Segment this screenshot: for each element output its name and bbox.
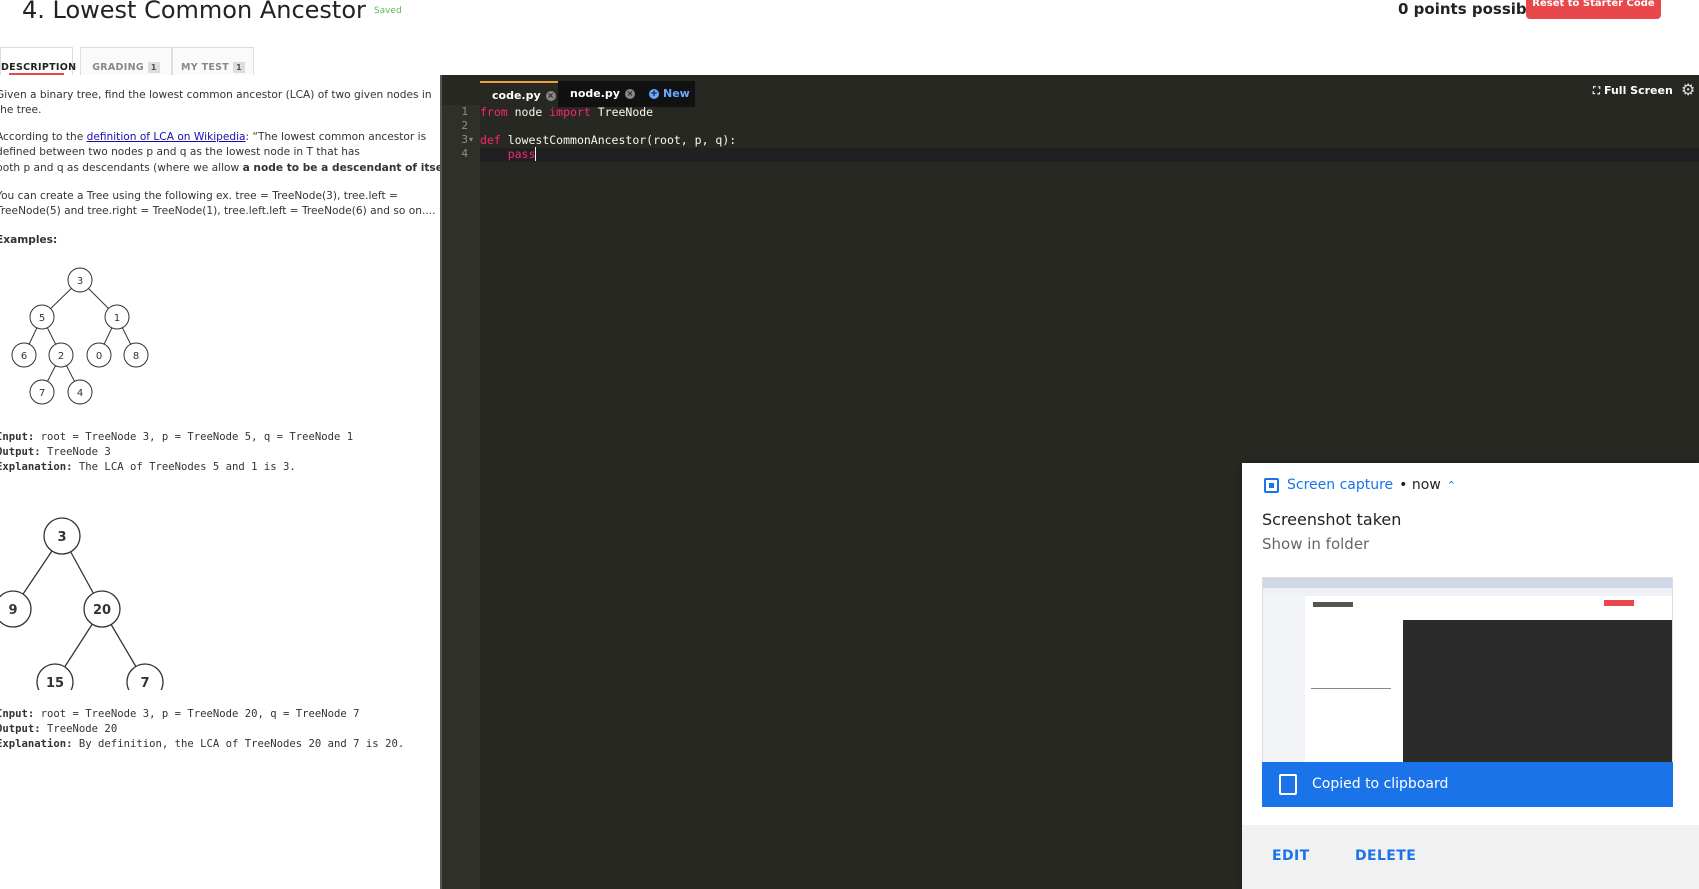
description-pane: Given a binary tree, find the lowest com… <box>0 75 440 889</box>
example-1-input: Input: root = TreeNode 3, p = TreeNode 5… <box>0 431 354 443</box>
wikipedia-link[interactable]: definition of LCA on Wikipedia <box>87 131 246 143</box>
new-file-button[interactable]: + New <box>637 81 695 107</box>
desc-p2-prefix: According to the <box>0 131 87 143</box>
header: 4. Lowest Common Ancestor Saved 0 points … <box>0 0 1699 44</box>
tree2-label-3: 3 <box>57 530 66 545</box>
tree1-label-2: 2 <box>58 351 64 362</box>
desc-p2c-bold: a node to be a descendant of itself <box>242 162 440 174</box>
reset-to-starter-code-button[interactable]: Reset to Starter Code <box>1526 0 1661 19</box>
tree1-label-1: 1 <box>114 313 120 324</box>
line-number: 2 <box>461 119 468 132</box>
tree1-label-6: 6 <box>21 351 27 362</box>
page-title: 4. Lowest Common Ancestor Saved <box>22 0 402 24</box>
close-tab-icon[interactable]: × <box>545 91 556 101</box>
line-number-gutter: 1 2 3 ▾ 4 <box>442 105 480 889</box>
examples-heading: Examples: <box>0 234 58 246</box>
tab-my-test[interactable]: MY TEST 1 <box>172 47 254 75</box>
example-1-explanation: Explanation: The LCA of TreeNodes 5 and … <box>0 461 296 473</box>
notification-app-name: Screen capture <box>1287 477 1394 493</box>
desc-paragraph-3a: You can create a Tree using the followin… <box>0 190 398 202</box>
screenshot-thumbnail[interactable] <box>1262 577 1673 777</box>
tab-description-label: DESCRIPTION <box>1 62 77 73</box>
desc-paragraph-1a: Given a binary tree, find the lowest com… <box>0 89 432 101</box>
editor-tab-code-py-label: code.py <box>492 89 541 102</box>
editor-tab-node-py-label: node.py <box>570 87 620 100</box>
clipboard-check-icon <box>1279 774 1297 795</box>
tree1-label-0: 0 <box>96 351 102 362</box>
line-number: 4 <box>461 147 468 160</box>
line-number: 1 <box>461 105 468 118</box>
desc-p2c-a: both p and q as descendants (where we al… <box>0 162 243 174</box>
text-cursor <box>535 147 537 161</box>
line-number: 3 <box>461 133 468 146</box>
code-line-3: def lowestCommonAncestor(root, p, q): <box>480 133 737 147</box>
full-screen-label: Full Screen <box>1604 84 1673 97</box>
page-title-text: 4. Lowest Common Ancestor <box>22 0 366 24</box>
desc-paragraph-3b: TreeNode(5) and tree.right = TreeNode(1)… <box>0 205 436 217</box>
example-2-explanation: Explanation: By definition, the LCA of T… <box>0 738 405 750</box>
tree2-label-15: 15 <box>46 676 64 690</box>
tab-grading-badge: 1 <box>147 62 160 73</box>
full-screen-button[interactable]: ⛶ Full Screen <box>1593 84 1673 97</box>
editor-tab-node-py[interactable]: node.py × <box>558 81 637 107</box>
tab-grading[interactable]: GRADING 1 <box>80 47 172 75</box>
tab-description[interactable]: DESCRIPTION <box>0 47 77 75</box>
code-line-1: from node import TreeNode <box>480 105 654 119</box>
copied-label: Copied to clipboard <box>1312 776 1449 792</box>
tab-my-test-badge: 1 <box>233 62 245 73</box>
copied-to-clipboard-banner: Copied to clipboard <box>1262 762 1673 807</box>
tree2-label-7: 7 <box>140 676 149 690</box>
tree1-label-7: 7 <box>39 388 45 399</box>
desc-paragraph-1b: the tree. <box>0 104 42 116</box>
tree2-label-9: 9 <box>8 603 17 618</box>
edit-button[interactable]: EDIT <box>1272 848 1310 864</box>
chevron-up-icon[interactable]: ⌃ <box>1447 479 1456 492</box>
tab-grading-label: GRADING <box>92 62 144 73</box>
tree1-label-4: 4 <box>77 388 83 399</box>
show-in-folder-link[interactable]: Show in folder <box>1262 535 1369 553</box>
editor-tab-code-py[interactable]: code.py × <box>480 81 558 107</box>
desc-paragraph-2c: both p and q as descendants (where we al… <box>0 161 440 176</box>
expand-icon: ⛶ <box>1593 86 1600 97</box>
active-line-highlight <box>480 148 1699 162</box>
example-tree-1: 3 5 1 6 2 0 8 7 4 <box>11 267 149 405</box>
notification-time: • now <box>1399 477 1441 493</box>
desc-paragraph-2b: defined between two nodes p and q as the… <box>0 146 360 158</box>
tree2-label-20: 20 <box>93 603 111 618</box>
example-1-output: Output: TreeNode 3 <box>0 446 111 458</box>
screen-capture-icon <box>1264 477 1279 493</box>
delete-button[interactable]: DELETE <box>1355 848 1416 864</box>
fold-arrow-icon[interactable]: ▾ <box>469 135 473 144</box>
gear-icon[interactable]: ⚙ <box>1681 80 1695 99</box>
screenshot-notification[interactable]: Screen capture • now ⌃ Screenshot taken Sh… <box>1242 463 1699 889</box>
tree1-label-8: 8 <box>133 351 139 362</box>
notification-title: Screenshot taken <box>1262 510 1402 529</box>
tree1-label-3: 3 <box>77 276 83 287</box>
points-label: 0 points possible <box>1398 0 1542 18</box>
example-2-output: Output: TreeNode 20 <box>0 723 118 735</box>
saved-indicator: Saved <box>373 6 402 16</box>
desc-p2-rest: : “The lowest common ancestor is <box>245 131 427 143</box>
tree1-label-5: 5 <box>39 313 45 324</box>
desc-paragraph-2a: According to the definition of LCA on Wi… <box>0 130 426 145</box>
notification-actions: EDIT DELETE <box>1242 825 1699 889</box>
notification-header: Screen capture • now ⌃ <box>1264 477 1456 493</box>
code-line-4: pass <box>507 147 537 161</box>
close-tab-icon[interactable]: × <box>624 89 635 99</box>
new-file-label: New <box>663 87 690 100</box>
tab-my-test-label: MY TEST <box>181 62 230 73</box>
example-2-input: Input: root = TreeNode 3, p = TreeNode 2… <box>0 708 360 720</box>
example-tree-2: 3 9 20 15 7 <box>0 517 164 690</box>
plus-icon: + <box>649 89 659 99</box>
